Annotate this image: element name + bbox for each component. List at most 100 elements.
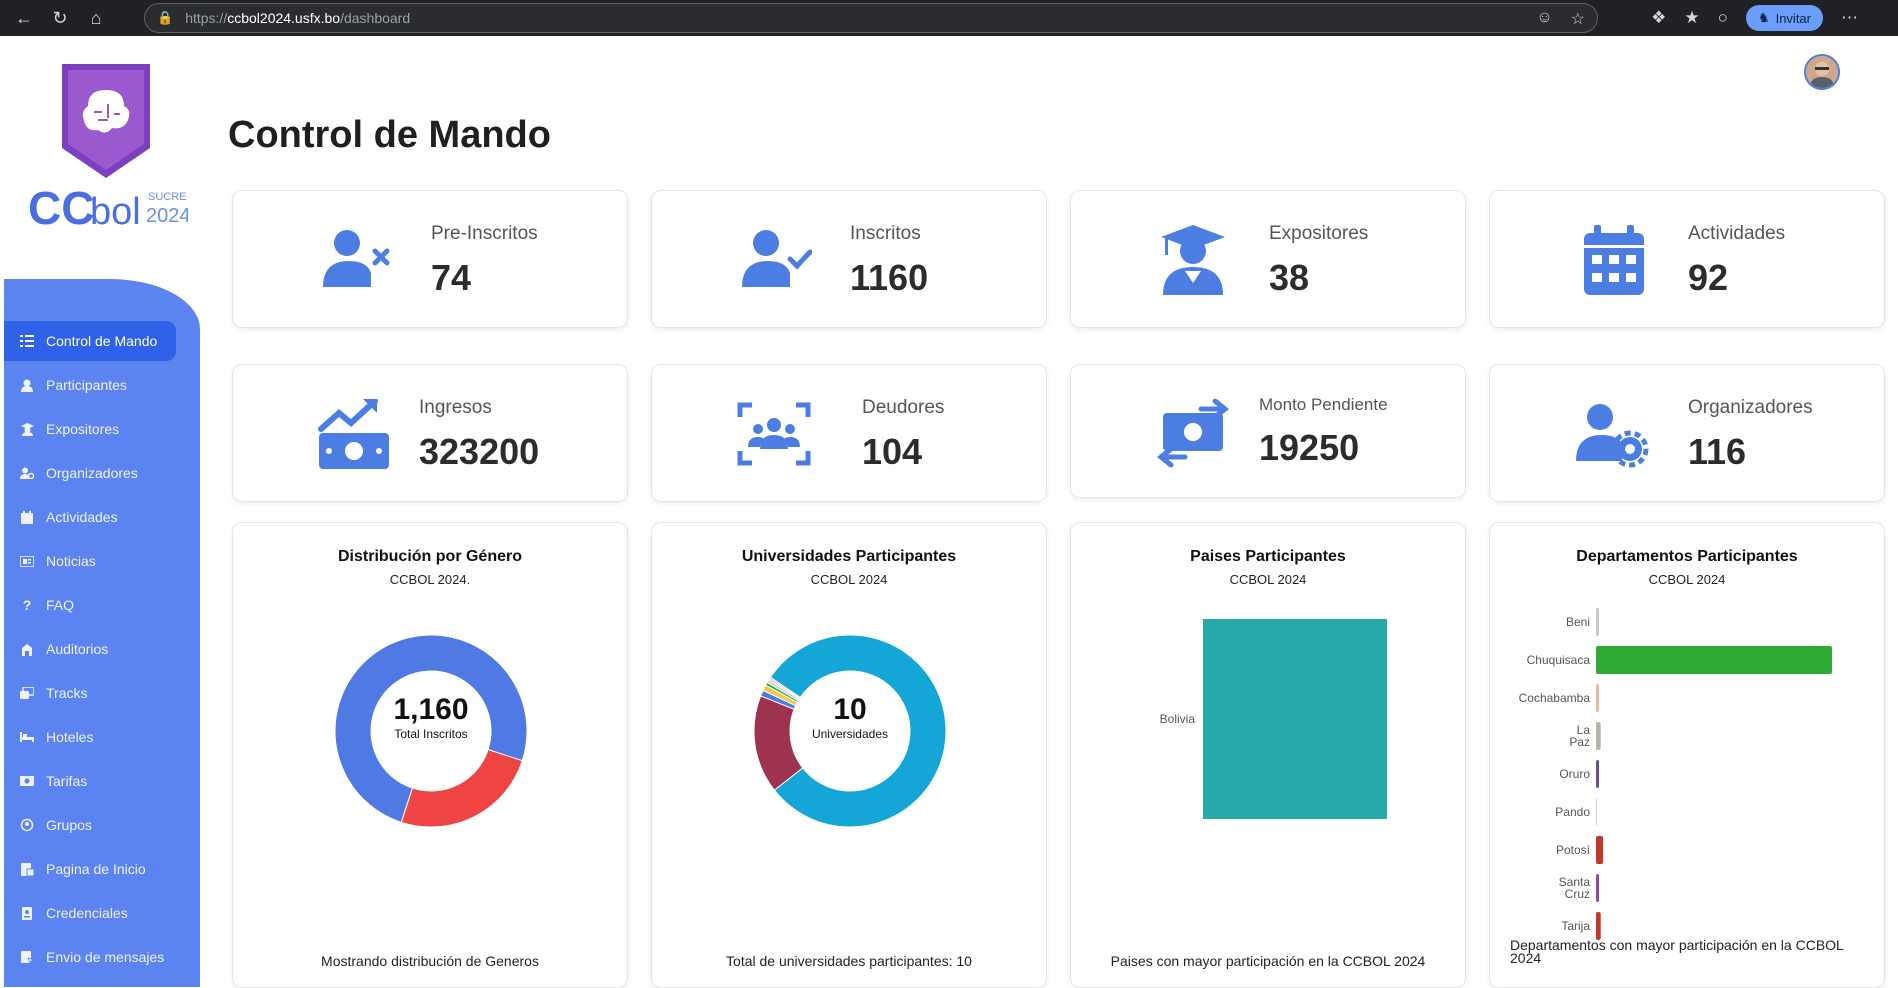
sidebar-item-label: Tarifas	[46, 773, 88, 789]
sidebar-item-hoteles[interactable]: Hoteles	[4, 717, 176, 757]
group-icon	[20, 818, 34, 832]
sidebar-item-label: FAQ	[46, 597, 75, 613]
stat-value: 19250	[1259, 427, 1360, 468]
extensions-icon[interactable]: ❖	[1651, 8, 1666, 28]
stat-card-pre-inscritos[interactable]: Pre-Inscritos 74	[232, 190, 628, 328]
calendar-icon	[1574, 225, 1650, 295]
sidebar-item-label: Tracks	[46, 685, 88, 701]
browser-toolbar: ← ↻ ⌂ 🔒 https://ccbol2024.usfx.bo/dashbo…	[0, 0, 1898, 36]
copilot-icon[interactable]: ○	[1718, 8, 1728, 28]
donut-center-label: Universidades	[811, 727, 889, 741]
card-footer: Mostrando distribución de Generos	[321, 953, 539, 969]
donut-slice[interactable]	[400, 748, 523, 828]
sidebar-item-label: Auditorios	[46, 641, 109, 657]
card-subtitle: CCBOL 2024	[1648, 572, 1726, 587]
bar-label: Bolivia	[1160, 712, 1196, 726]
list-icon	[20, 334, 34, 348]
card-title: Paises Participantes	[1190, 548, 1346, 565]
card-departments: Departamentos Participantes CCBOL 2024 B…	[1489, 522, 1885, 988]
sidebar-item-organizadores[interactable]: Organizadores	[4, 453, 176, 493]
reload-icon[interactable]: ↻	[42, 0, 78, 36]
home-page-icon	[20, 862, 34, 876]
bar-chuquisaca[interactable]	[1596, 646, 1832, 674]
stat-card-deudores[interactable]: Deudores 104	[651, 364, 1047, 502]
graduate-icon	[20, 422, 34, 436]
app-window: CC bol SUCRE 2024 Control de Mando Parti…	[4, 38, 1898, 988]
bar-label: Chuquisaca	[1527, 653, 1591, 667]
sidebar-item-label: Participantes	[46, 377, 127, 393]
stat-card-organizadores[interactable]: Organizadores 116	[1489, 364, 1885, 502]
sidebar-item-credenciales[interactable]: Credenciales	[4, 893, 176, 933]
sidebar-item-label: Envio de mensajes	[46, 949, 165, 965]
user-icon	[20, 378, 34, 392]
departments-bar-chart[interactable]: BeniChuquisacaCochabambaLaPazOruroPandoP…	[1490, 589, 1886, 949]
user-avatar[interactable]	[1804, 54, 1840, 90]
stat-value: 74	[431, 257, 472, 298]
sidebar-item-control-de-mando[interactable]: Control de Mando	[4, 321, 176, 361]
stat-card-inscritos[interactable]: Inscritos 1160	[651, 190, 1047, 328]
bar-bolivia[interactable]	[1203, 619, 1387, 819]
stat-card-expositores[interactable]: Expositores 38	[1070, 190, 1466, 328]
sidebar-item-noticias[interactable]: Noticias	[4, 541, 176, 581]
bar-label: Beni	[1566, 615, 1590, 629]
money-trend-icon	[317, 398, 393, 469]
sidebar-item-participantes[interactable]: Participantes	[4, 365, 176, 405]
bed-icon	[20, 730, 34, 744]
more-icon[interactable]: ⋯	[1841, 8, 1858, 28]
user-check-icon	[736, 225, 813, 295]
bar-oruro[interactable]	[1596, 760, 1599, 788]
ccbol-logo[interactable]: CC bol SUCRE 2024	[28, 56, 191, 246]
stat-label: Expositores	[1269, 223, 1369, 244]
sidebar-item-label: Credenciales	[46, 905, 128, 921]
bar-santa-cruz[interactable]	[1596, 874, 1599, 902]
shield-brain-icon: CC bol SUCRE 2024	[28, 64, 191, 234]
favorites-icon[interactable]: ★	[1684, 8, 1699, 28]
home-icon[interactable]: ⌂	[78, 0, 114, 36]
card-footer: Paises con mayor participación en la CCB…	[1110, 953, 1426, 969]
stat-card-actividades[interactable]: Actividades 92	[1489, 190, 1885, 328]
address-bar[interactable]: 🔒 https://ccbol2024.usfx.bo/dashboard ☺ …	[144, 3, 1598, 33]
sidebar-item-label: Grupos	[46, 817, 92, 833]
bar-la-paz[interactable]	[1596, 722, 1601, 750]
sidebar-item-auditorios[interactable]: Auditorios	[4, 629, 176, 669]
sidebar-item-envio-de-mensajes[interactable]: Envio de mensajes	[4, 937, 176, 977]
sidebar-item-faq[interactable]: ? FAQ	[4, 585, 176, 625]
bar-cochabamba[interactable]	[1596, 684, 1599, 712]
sidebar-item-tarifas[interactable]: Tarifas	[4, 761, 176, 801]
calendar-icon	[20, 510, 34, 524]
sidebar-item-label: Hoteles	[46, 729, 94, 745]
sidebar-item-grupos[interactable]: Grupos	[4, 805, 176, 845]
card-subtitle: CCBOL 2024.	[389, 572, 471, 587]
stat-label: Inscritos	[850, 223, 921, 244]
bar-tarija[interactable]	[1596, 912, 1601, 940]
bar-label: Oruro	[1559, 767, 1590, 781]
sidebar-item-actividades[interactable]: Actividades	[4, 497, 176, 537]
svg-text:2024: 2024	[146, 205, 188, 227]
sidebar-item-expositores[interactable]: Expositores	[4, 409, 176, 449]
id-badge-icon	[20, 906, 34, 920]
stat-value: 323200	[419, 431, 540, 472]
stat-label: Monto Pendiente	[1259, 395, 1388, 414]
sidebar-item-tracks[interactable]: Tracks	[4, 673, 176, 713]
bar-potosí[interactable]	[1596, 836, 1604, 864]
invite-button[interactable]: ♞ Invitar	[1745, 5, 1823, 31]
svg-text:CC: CC	[28, 182, 94, 234]
card-gender-distribution: Distribución por Género CCBOL 2024. 1,16…	[232, 522, 628, 988]
countries-bar-chart[interactable]: Bolivia	[1071, 603, 1467, 903]
card-title: Universidades Participantes	[741, 548, 957, 565]
bar-beni[interactable]	[1596, 608, 1599, 636]
stat-card-monto-pendiente[interactable]: Monto Pendiente 19250	[1070, 364, 1466, 498]
stat-value: 38	[1269, 257, 1310, 298]
bar-label: Cochabamba	[1519, 691, 1591, 705]
back-icon[interactable]: ←	[6, 0, 42, 36]
bar-label: Paz	[1569, 735, 1590, 749]
bar-pando[interactable]	[1596, 798, 1597, 826]
reader-icon[interactable]: ☺	[1536, 9, 1552, 29]
tracks-icon	[20, 686, 34, 700]
message-icon	[20, 950, 34, 964]
user-gear-icon	[1574, 399, 1650, 469]
card-universities: Universidades Participantes CCBOL 2024 1…	[651, 522, 1047, 988]
sidebar-item-pagina-de-inicio[interactable]: Pagina de Inicio	[4, 849, 176, 889]
favorite-star-icon[interactable]: ☆	[1571, 9, 1585, 29]
stat-card-ingresos[interactable]: Ingresos 323200	[232, 364, 628, 502]
